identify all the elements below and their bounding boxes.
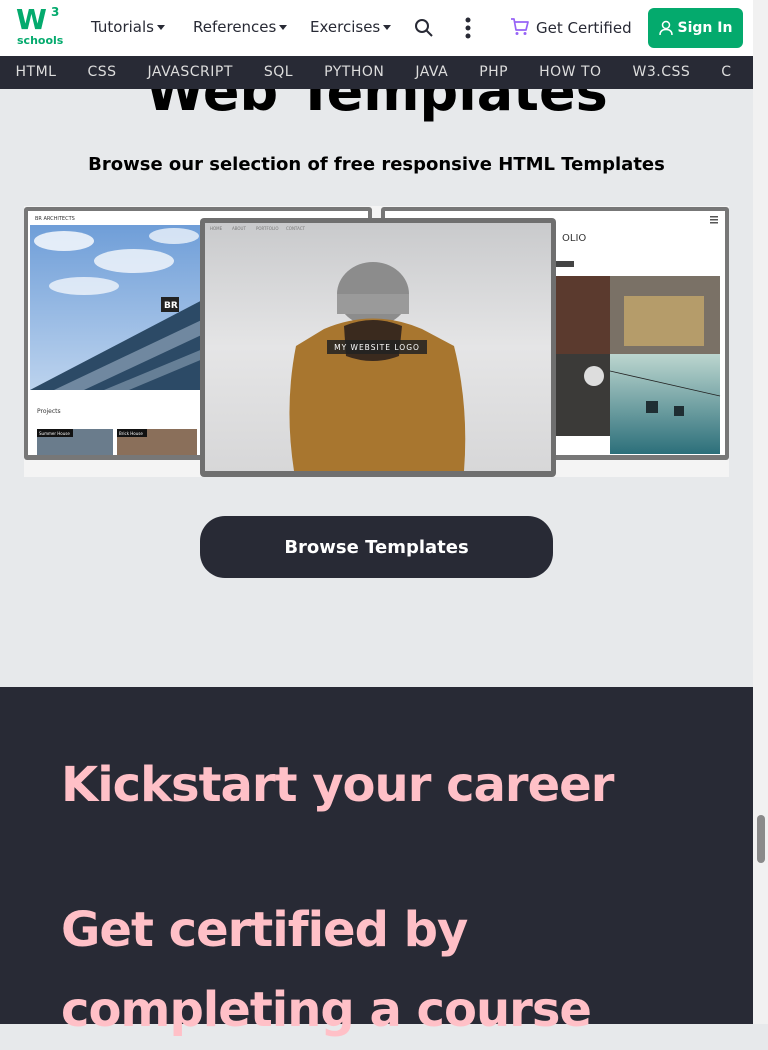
career-headline: Kickstart your career (61, 757, 614, 813)
language-subnav: HTML CSS JAVASCRIPT SQL PYTHON JAVA PHP HOW TO W… (0, 56, 753, 89)
nav-exercises-label: Exercises (310, 18, 381, 36)
templates-gallery[interactable]: BR ARCHITECTS BR Projects Summer House B… (24, 206, 729, 477)
svg-text:BR: BR (164, 301, 178, 311)
center-nav-contact: CONTACT (286, 226, 306, 231)
w3schools-logo[interactable]: W 3 schools (16, 3, 64, 48)
scrollbar-track[interactable] (753, 0, 768, 1024)
cart-icon (511, 18, 529, 35)
right-heading: OLIO (562, 233, 586, 244)
subnav-w3css[interactable]: W3.CSS (617, 56, 706, 89)
get-certified-link[interactable]: Get Certified (510, 18, 632, 37)
get-certified-label: Get Certified (536, 19, 632, 37)
caret-down-icon (383, 25, 392, 30)
left-projects-label: Projects (37, 408, 61, 415)
top-navbar: W 3 schools Tutorials References Exercis… (0, 0, 753, 57)
logo-main: W (16, 3, 47, 36)
subnav-css[interactable]: CSS (72, 56, 132, 89)
browse-templates-button[interactable]: Browse Templates (200, 516, 553, 578)
subnav-javascript[interactable]: JAVASCRIPT (132, 56, 248, 89)
center-nav-home: HOME (210, 226, 223, 231)
caret-down-icon (279, 25, 288, 30)
logo-sup: 3 (51, 5, 60, 19)
nav-references[interactable]: References (193, 18, 288, 36)
sign-in-button[interactable]: Sign In (648, 8, 743, 48)
sign-in-label: Sign In (677, 20, 733, 36)
nav-tutorials[interactable]: Tutorials (91, 18, 165, 36)
more-vertical-icon[interactable] (464, 16, 472, 40)
scrollbar-thumb[interactable] (757, 815, 765, 863)
logo-sub: schools (17, 34, 64, 47)
search-icon[interactable] (414, 18, 434, 38)
center-logo-text: MY WEBSITE LOGO (334, 343, 420, 352)
left-brand-text: BR ARCHITECTS (35, 216, 75, 222)
subnav-howto[interactable]: HOW TO (524, 56, 617, 89)
subnav-sql[interactable]: SQL (248, 56, 308, 89)
left-caption-1: Summer House (39, 431, 70, 436)
subtitle-bold: free (333, 154, 376, 175)
center-nav-portfolio: PORTFOLIO (256, 226, 279, 231)
nav-tutorials-label: Tutorials (91, 18, 154, 36)
nav-exercises[interactable]: Exercises (310, 18, 392, 36)
left-caption-2: Brick House (119, 431, 143, 436)
certified-headline: Get certified by completing a course (61, 902, 592, 1038)
subnav-python[interactable]: PYTHON (309, 56, 400, 89)
subnav-c[interactable]: C (706, 56, 747, 89)
subnav-html[interactable]: HTML (0, 56, 72, 89)
subnav-java[interactable]: JAVA (400, 56, 464, 89)
caret-down-icon (156, 25, 165, 30)
page: Web Templates Browse our selection of fr… (0, 0, 753, 1038)
subnav-php[interactable]: PHP (464, 56, 524, 89)
subtitle-post: responsive HTML Templates (375, 154, 665, 175)
templates-preview-image: BR ARCHITECTS BR Projects Summer House B… (24, 207, 729, 477)
subtitle-pre: Browse our selection of (88, 154, 334, 175)
templates-subtitle: Browse our selection of free responsive … (0, 154, 753, 175)
center-nav-about: ABOUT (232, 226, 246, 231)
nav-references-label: References (193, 18, 277, 36)
user-icon (658, 20, 673, 36)
